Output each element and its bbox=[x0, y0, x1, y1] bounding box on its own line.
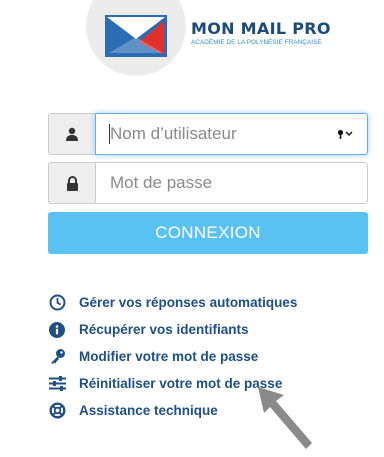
lock-addon bbox=[48, 162, 95, 204]
sliders-icon bbox=[48, 375, 66, 393]
key-dropdown-icon bbox=[337, 129, 353, 139]
link-label: Modifier votre mot de passe bbox=[79, 349, 259, 364]
brand-name: MON MAIL PRO bbox=[191, 19, 331, 38]
user-icon bbox=[66, 127, 78, 141]
link-change-password[interactable]: Modifier votre mot de passe bbox=[48, 343, 297, 370]
key-icon bbox=[48, 348, 66, 366]
envelope-logo-icon bbox=[105, 15, 167, 57]
password-field: Mot de passe bbox=[48, 162, 368, 204]
password-placeholder: Mot de passe bbox=[110, 173, 213, 192]
lifebuoy-icon bbox=[48, 402, 66, 420]
link-recover-credentials[interactable]: Récupérer vos identifiants bbox=[48, 316, 297, 343]
username-field: Nom d’utilisateur bbox=[48, 113, 368, 155]
clock-icon bbox=[48, 294, 66, 312]
link-label: Récupérer vos identifiants bbox=[79, 322, 249, 337]
password-manager-key-button[interactable] bbox=[337, 129, 353, 139]
pointer-arrow-icon bbox=[258, 387, 312, 449]
lock-icon bbox=[66, 175, 78, 191]
username-input[interactable]: Nom d’utilisateur bbox=[95, 113, 368, 155]
link-label: Réinitialiser votre mot de passe bbox=[79, 376, 283, 391]
info-circle-icon bbox=[48, 321, 66, 339]
user-addon bbox=[48, 113, 95, 155]
brand-subtitle: ACADÉMIE DE LA POLYNÉSIE FRANÇAISE bbox=[191, 39, 322, 46]
username-placeholder: Nom d’utilisateur bbox=[110, 124, 237, 143]
link-label: Gérer vos réponses automatiques bbox=[79, 295, 298, 310]
link-auto-replies[interactable]: Gérer vos réponses automatiques bbox=[48, 289, 297, 316]
password-input[interactable]: Mot de passe bbox=[95, 162, 368, 204]
link-label: Assistance technique bbox=[79, 403, 218, 418]
login-button[interactable]: CONNEXION bbox=[48, 212, 368, 254]
text-caret bbox=[109, 124, 110, 144]
